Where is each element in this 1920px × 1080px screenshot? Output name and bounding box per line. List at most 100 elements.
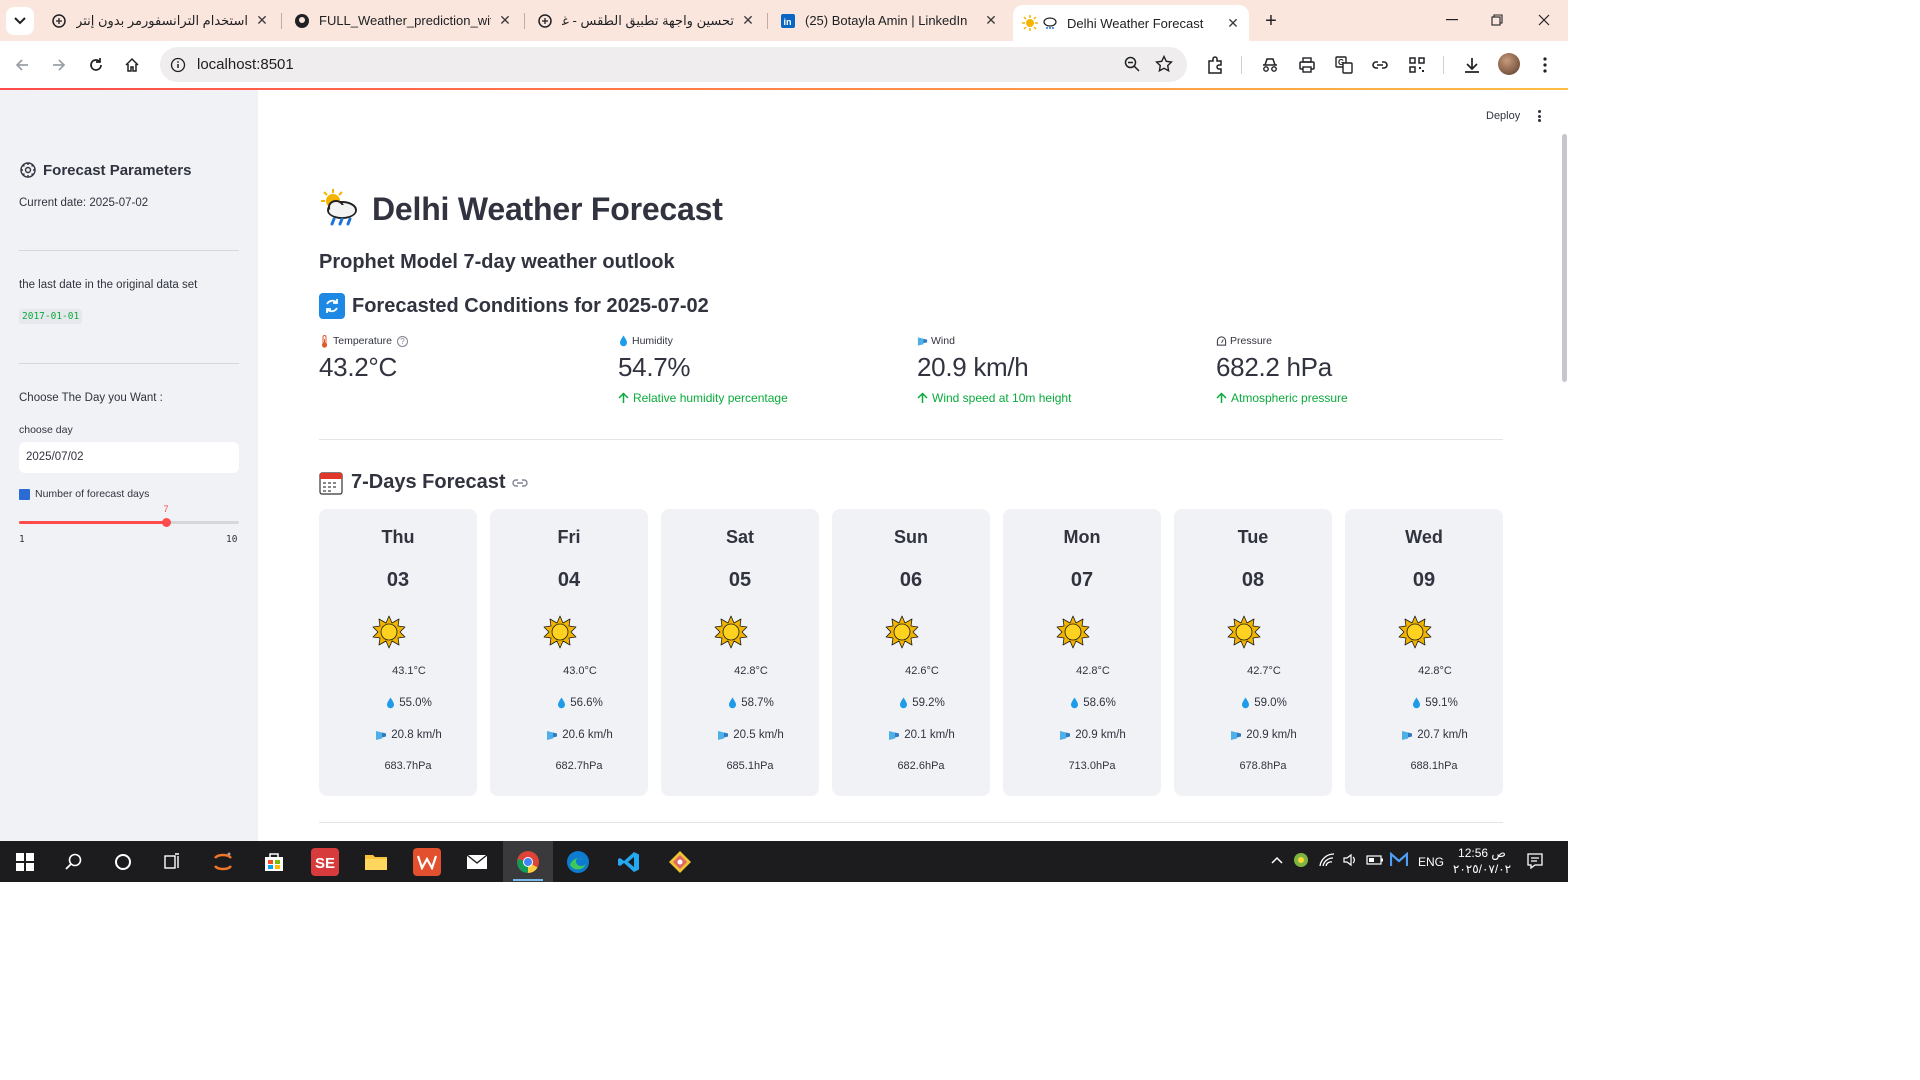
date-input[interactable]: 2025/07/02 — [19, 442, 239, 473]
home-button[interactable] — [120, 53, 144, 77]
task-view-icon — [164, 853, 179, 869]
cortana-button[interactable] — [109, 848, 137, 876]
help-icon[interactable]: ? — [396, 335, 408, 347]
minimize-button[interactable] — [1440, 8, 1464, 32]
task-view-button[interactable] — [158, 848, 186, 876]
language-indicator[interactable]: ENG — [1418, 855, 1444, 869]
spy-icon — [1263, 58, 1277, 72]
close-icon[interactable]: ✕ — [983, 12, 999, 29]
back-button[interactable] — [10, 53, 34, 77]
show-hidden-icons-button[interactable] — [1270, 853, 1284, 870]
battery-button[interactable] — [1366, 852, 1384, 871]
notifications-button[interactable] — [1526, 852, 1544, 873]
conditions-header: Forecasted Conditions for 2025-07-02 — [319, 293, 709, 319]
forecast-wind: 20.1 km/h — [904, 729, 955, 741]
start-button[interactable] — [11, 848, 39, 876]
wind-icon — [1229, 728, 1243, 742]
puzzle-icon — [1208, 56, 1222, 74]
slider-fill — [19, 521, 166, 524]
clock-time: 12:56 ص — [1458, 846, 1506, 860]
wind-icon — [917, 335, 928, 348]
zoom-icon[interactable] — [1123, 55, 1141, 78]
address-bar[interactable]: localhost:8501 — [160, 47, 1187, 82]
browser-menu-button[interactable] — [1533, 53, 1557, 77]
browser-tab-1[interactable]: FULL_Weather_prediction_with_ ✕ — [285, 6, 521, 35]
new-tab-button[interactable]: + — [1259, 9, 1283, 33]
anchor-link-icon[interactable] — [511, 477, 528, 489]
extensions-button[interactable] — [1203, 53, 1227, 77]
deploy-button[interactable]: Deploy — [1486, 110, 1520, 122]
git-app[interactable] — [666, 848, 694, 876]
forecast-humidity: 55.0% — [399, 697, 432, 709]
forecast-date: 07 — [1070, 569, 1094, 591]
tab-search-button[interactable] — [6, 7, 34, 35]
file-explorer-app[interactable] — [362, 848, 390, 876]
mail-app[interactable] — [463, 848, 491, 876]
restore-button[interactable] — [1485, 8, 1509, 32]
close-icon[interactable]: ✕ — [497, 12, 513, 29]
store-app[interactable] — [260, 848, 288, 876]
volume-button[interactable] — [1342, 852, 1358, 871]
network-button[interactable] — [1318, 852, 1336, 871]
forecast-date: 09 — [1412, 569, 1436, 591]
forecast-pressure: 685.1hPa — [726, 760, 774, 772]
slider-thumb[interactable] — [162, 518, 171, 527]
search-button[interactable] — [60, 848, 88, 876]
metric-value: 682.2 hPa — [1216, 352, 1332, 382]
browser-tab-0[interactable]: استخدام الترانسفورمر بدون إنترنت ✕ — [42, 6, 278, 35]
divider — [19, 250, 239, 251]
downloads-button[interactable] — [1460, 53, 1484, 77]
qr-code-button[interactable] — [1405, 53, 1429, 77]
app-menu-button[interactable] — [1534, 108, 1544, 124]
forecast-day: Fri — [557, 527, 581, 547]
wind-icon — [374, 728, 388, 742]
forecast-day: Tue — [1237, 527, 1269, 547]
se-app[interactable]: SE — [311, 848, 339, 876]
chrome-app[interactable] — [514, 848, 542, 876]
metric-label: Temperature — [333, 335, 392, 347]
vscode-app[interactable] — [615, 848, 643, 876]
browser-tab-3[interactable]: in (25) Botayla Amin | LinkedIn ✕ — [771, 6, 1007, 35]
cloud-rain-icon — [1041, 14, 1059, 32]
link-button[interactable] — [1368, 53, 1392, 77]
tray-app-icon[interactable] — [1293, 852, 1309, 871]
meet-now-button[interactable] — [1389, 851, 1409, 871]
print-button[interactable] — [1295, 53, 1319, 77]
edge-app[interactable] — [564, 848, 592, 876]
bookmark-star-icon[interactable] — [1154, 54, 1174, 78]
grid-number-icon — [19, 488, 30, 500]
forecast-temperature: 43.1°C — [392, 665, 426, 677]
page-title: Delhi Weather Forecast — [372, 190, 723, 227]
m-logo-icon — [1389, 851, 1409, 866]
reload-button[interactable] — [84, 53, 108, 77]
droplet-icon — [897, 696, 909, 710]
incognito-extension-button[interactable] — [1258, 53, 1282, 77]
close-icon[interactable]: ✕ — [1225, 15, 1241, 31]
metric-delta: Atmospheric pressure — [1216, 391, 1496, 405]
window-close-button[interactable] — [1532, 8, 1556, 32]
last-date-code: 2017-01-01 — [19, 309, 83, 324]
slider-label-text: Number of forecast days — [35, 488, 150, 500]
taskbar-clock[interactable]: 12:56 ص ٢٠٢٥/٠٧/٠٢ — [1452, 845, 1512, 877]
forecast-humidity-row: 56.6% — [490, 696, 648, 710]
battery-icon — [1366, 855, 1383, 865]
jupyter-app[interactable] — [209, 848, 237, 876]
site-info-icon[interactable] — [168, 55, 188, 75]
git-kraken-icon — [669, 851, 691, 873]
metric-wind: Wind 20.9 km/h Wind speed at 10m height — [917, 333, 1197, 405]
browser-tab-4-active[interactable]: Delhi Weather Forecast ✕ — [1013, 5, 1249, 41]
forecast-wind-row: 20.9 km/h — [1174, 728, 1332, 742]
close-icon[interactable]: ✕ — [740, 12, 756, 29]
forecast-days-slider[interactable]: 7 — [19, 504, 239, 527]
scrollbar[interactable] — [1562, 134, 1567, 382]
folder-icon — [365, 855, 387, 870]
forecast-humidity: 59.2% — [912, 697, 945, 709]
translate-button[interactable]: G — [1332, 53, 1356, 77]
close-icon[interactable]: ✕ — [254, 12, 270, 29]
profile-avatar[interactable] — [1498, 53, 1520, 75]
browser-tab-2[interactable]: تحسين واجهة تطبيق الطقس - غر ✕ — [528, 6, 764, 35]
wps-office-app[interactable] — [413, 848, 441, 876]
forward-button[interactable] — [47, 53, 71, 77]
droplet-icon — [1410, 696, 1422, 710]
forecast-day: Sat — [725, 527, 754, 547]
